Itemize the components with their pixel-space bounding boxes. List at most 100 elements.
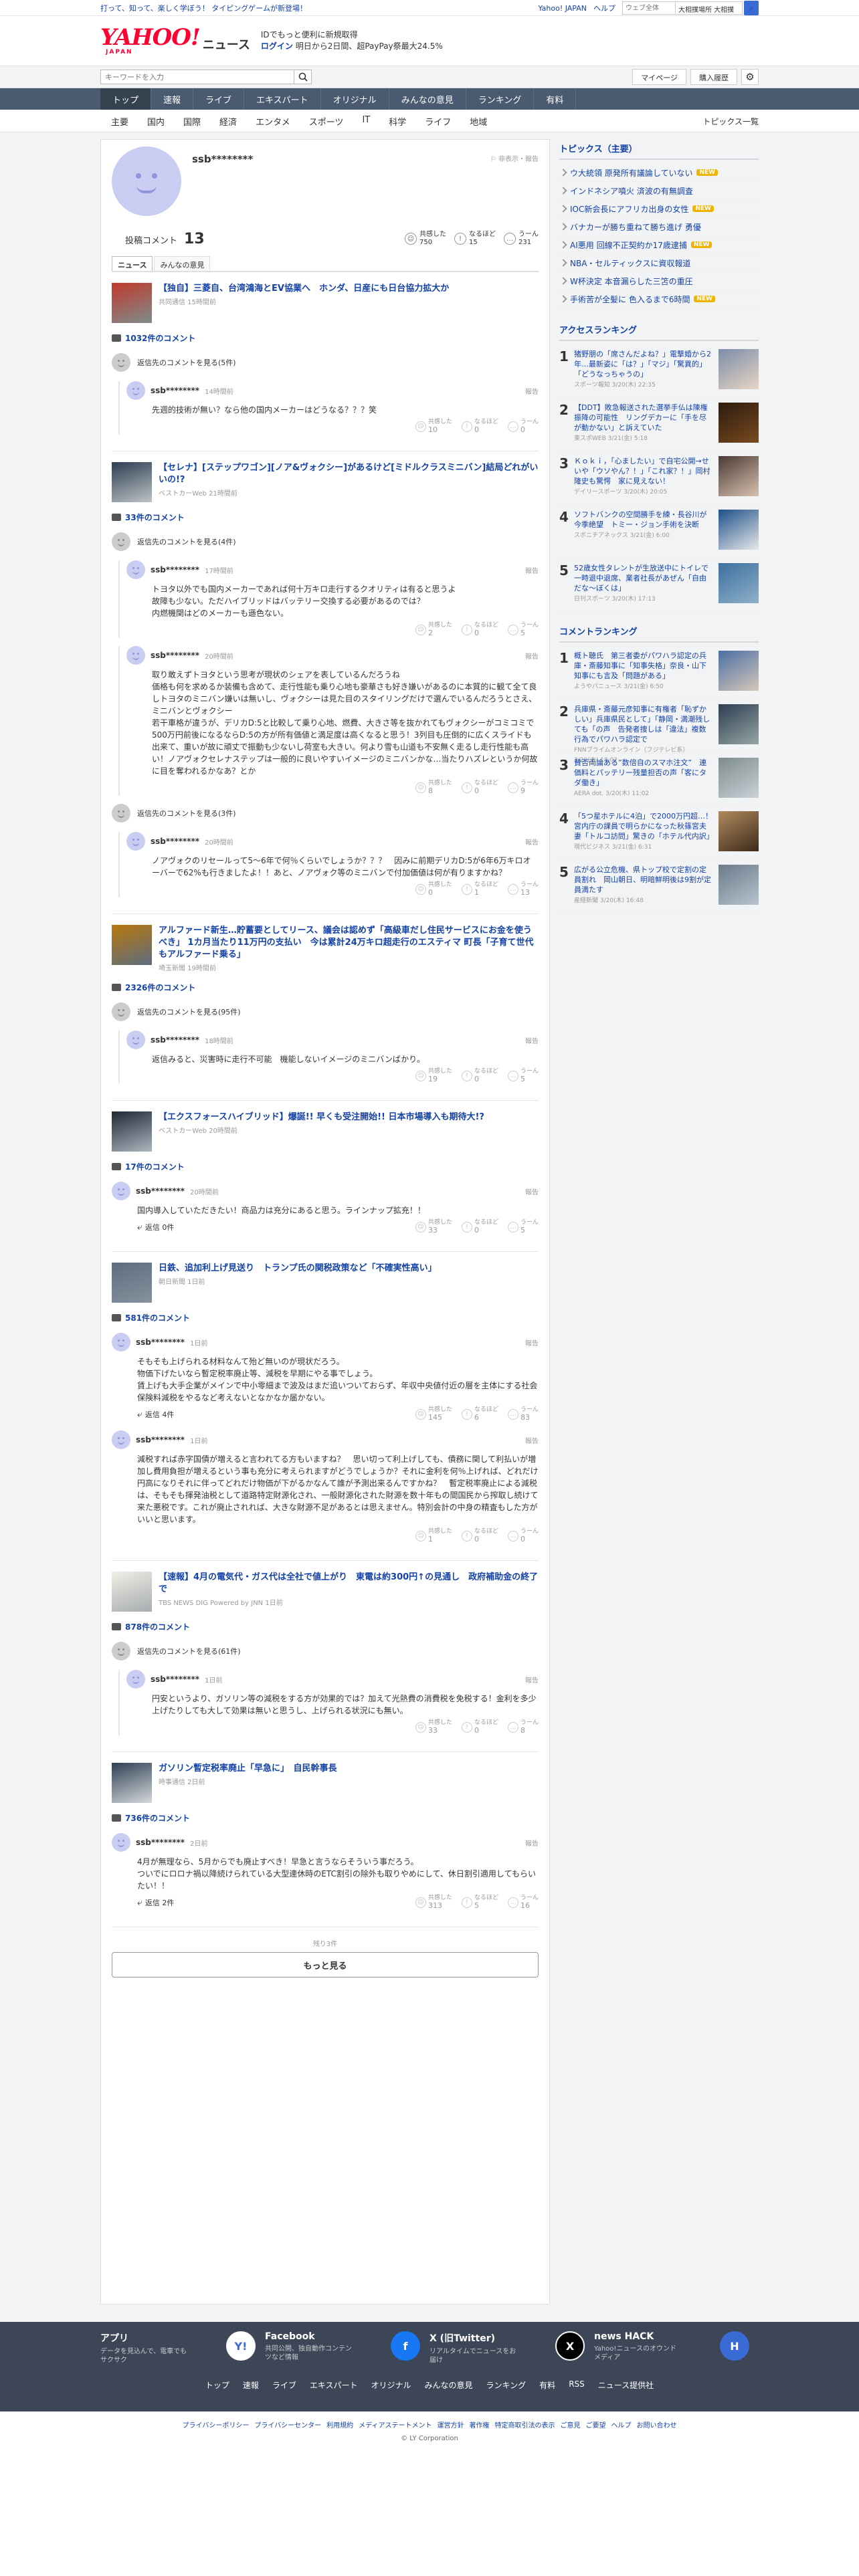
subnav-item-3[interactable]: 経済 [210,115,246,128]
comment-reaction-1[interactable]: ! なるほど 6 [461,1406,498,1422]
ranking-item[interactable]: 4 「5つ星ホテルに4泊」で2000万円超…！宮内庁の課員で明らかになった秋篠宮夫… [559,807,759,861]
reply-button[interactable]: ⤶ 返信 2件 [137,1897,174,1908]
report-link[interactable]: 報告 [525,837,539,847]
comment-count-link[interactable]: 878件のコメント [112,1621,539,1632]
login-link[interactable]: ログイン [261,41,293,51]
subnav-item-0[interactable]: 主要 [100,115,138,128]
footer-nav-item[interactable]: オリジナル [371,2379,411,2391]
nav-item-1[interactable]: 速報 [151,88,194,110]
comment-reaction-1[interactable]: ! なるほど 0 [461,1068,498,1084]
comment-reaction-2[interactable]: … うーん 5 [507,1219,539,1235]
legal-link[interactable]: 利用規約 [326,2422,353,2430]
comment-user[interactable]: ssb******** [151,1035,199,1045]
comment-reaction-0[interactable]: ☺ 共感した 2 [415,622,452,638]
report-link[interactable]: 報告 [525,386,539,396]
hide-report-link[interactable]: ⚐ 非表示・報告 [490,153,539,163]
nav-item-5[interactable]: みんなの意見 [389,88,466,110]
comment-reaction-1[interactable]: ! なるほど 0 [461,622,498,638]
comment-count-link[interactable]: 736件のコメント [112,1812,539,1824]
yahoo-japan-link[interactable]: Yahoo! JAPAN [538,4,587,13]
comment-reaction-1[interactable]: ! なるほど 0 [461,780,498,796]
legal-link[interactable]: プライバシーセンター [254,2422,321,2430]
comment-count-link[interactable]: 1032件のコメント [112,332,539,344]
article-title[interactable]: 【セレナ】[ステップワゴン][ノア&ヴォクシー]があるけど[ミドルクラスミニバン… [159,462,539,486]
subnav-item-1[interactable]: 国内 [138,115,174,128]
comment-user[interactable]: ssb******** [151,837,199,846]
comment-user[interactable]: ssb******** [151,565,199,574]
nav-item-6[interactable]: ランキング [466,88,535,110]
legal-link[interactable]: 特定商取引法の表示 [494,2422,555,2430]
footer-nav-item[interactable]: エキスパート [310,2379,358,2391]
topic-item[interactable]: ウ大統領 原発所有議論していない NEW [559,164,759,182]
footer-nav-item[interactable]: ニュース提供社 [598,2379,654,2391]
article-thumbnail[interactable] [112,462,152,502]
view-parent-comment[interactable]: 返信先のコメントを見る(95件) [112,1002,539,1021]
comment-user[interactable]: ssb******** [136,1838,185,1847]
report-link[interactable]: 報告 [525,651,539,661]
topic-item[interactable]: インドネシア噴火 済波の有無調査 [559,182,759,200]
article-title[interactable]: 【エクスフォースハイブリッド】爆誕!! 早くも受注開始!! 日本市場導入も期待大… [159,1111,484,1123]
paypay-promo[interactable]: 明日から2日間、超PayPay祭最大24.5% [296,41,443,51]
legal-link[interactable]: メディアステートメント [359,2422,432,2430]
subnav-item-5[interactable]: スポーツ [300,115,353,128]
mypage-button[interactable]: マイページ [632,69,686,85]
subnav-item-2[interactable]: 国際 [174,115,210,128]
comment-count-link[interactable]: 581件のコメント [112,1312,539,1323]
report-link[interactable]: 報告 [525,1675,539,1685]
news-search-button[interactable] [294,70,312,84]
article-thumbnail[interactable] [112,283,152,323]
nav-item-2[interactable]: ライブ [193,88,245,110]
article-title[interactable]: 【独自】三菱自、台湾鴻海とEV協業へ ホンダ、日産にも日台協力拡大か [159,283,449,295]
report-link[interactable]: 報告 [525,1435,539,1445]
subnav-item-6[interactable]: IT [353,115,379,128]
topic-item[interactable]: NBA・セルティックスに資収報道 [559,254,759,272]
view-parent-comment[interactable]: 返信先のコメントを見る(5件) [112,353,539,372]
comment-reaction-2[interactable]: … うーん 16 [507,1895,539,1911]
comment-reaction-1[interactable]: ! なるほど 0 [461,1719,498,1735]
nav-item-3[interactable]: エキスパート [244,88,321,110]
topic-item[interactable]: W杯決定 本音漏らした三笘の重圧 [559,272,759,290]
top-search-input[interactable] [622,1,676,15]
ranking-item[interactable]: 2 兵庫県・斎藤元彦知事に有権者「恥ずかしい」兵庫県民として」「静岡・満潮残しても… [559,700,759,764]
legal-link[interactable]: ご要望 [585,2422,605,2430]
footer-nav-item[interactable]: RSS [569,2379,585,2391]
settings-button[interactable]: ⚙ [741,69,759,85]
comment-reaction-2[interactable]: … うーん 5 [507,1068,539,1084]
report-link[interactable]: 報告 [525,1035,539,1045]
promo-line1[interactable]: IDでもっと便利に新規取得 [261,29,443,41]
comment-user[interactable]: ssb******** [151,651,199,660]
footer-card-2[interactable]: X (旧Twitter) リアルタイムでニュースをお届け X [430,2331,594,2365]
ranking-item[interactable]: 4 ソフトバンクの空間勝手を練・長谷川が今季絶望 トミー・ジョン手術を決断 スポニチ… [559,506,759,559]
article-title[interactable]: 【速報】4月の電気代・ガス代は全社で値上がり 東電は約300円↑の見通し 政府補… [159,1572,539,1596]
comment-user[interactable]: ssb******** [151,1675,199,1684]
subnav-item-8[interactable]: ライフ [415,115,460,128]
ranking-item[interactable]: 3 Ｋｏｋｉ，「心ましたい」で自宅公開→せいや「ウソやん？！」「これ家？！」岡村隆… [559,452,759,506]
article-thumbnail[interactable] [112,1111,152,1152]
show-more-button[interactable]: もっと見る [112,1952,539,1977]
comment-user[interactable]: ssb******** [136,1435,185,1444]
ranking-item[interactable]: 1 概ト聴氏 第三者委がパワハラ認定の兵庫・斎藤知事に「知事失格」奈良・山下知事に… [559,647,759,700]
footer-card-3[interactable]: news HACK Yahoo!ニュースのオウンドメディア H [594,2331,759,2365]
comment-reaction-1[interactable]: ! なるほど 1 [461,881,498,897]
comment-reaction-1[interactable]: ! なるほど 0 [461,1528,498,1544]
help-link[interactable]: ヘルプ [593,3,615,13]
comment-reaction-0[interactable]: ☺ 共感した 145 [415,1406,452,1422]
comment-reaction-0[interactable]: ☺ 共感した 33 [415,1719,452,1735]
comment-reaction-2[interactable]: … うーん 8 [507,1719,539,1735]
reply-button[interactable]: ⤶ 返信 4件 [137,1409,174,1420]
topic-item[interactable]: IOC新会長にアフリカ出身の女性 NEW [559,200,759,218]
topic-item[interactable]: バナカーが勝ち重ねて勝ち進げ 勇優 [559,218,759,236]
comment-count-link[interactable]: 33件のコメント [112,512,539,523]
nav-item-0[interactable]: トップ [100,88,152,110]
comment-user[interactable]: ssb******** [151,386,199,395]
topic-item[interactable]: 手術苦が全髪に 色入るまで6時間 NEW [559,290,759,308]
reply-button[interactable]: ⤶ 返信 0件 [137,1222,174,1232]
comment-reaction-0[interactable]: ☺ 共感した 19 [415,1068,452,1084]
yahoo-news-logo[interactable]: YAHOO! JAPAN ニュース [100,26,250,56]
tab-opinions[interactable]: みんなの意見 [154,256,211,271]
subnav-item-4[interactable]: エンタメ [246,115,300,128]
legal-link[interactable]: プライバシーポリシー [183,2422,250,2430]
comment-count-link[interactable]: 2326件のコメント [112,982,539,993]
view-parent-comment[interactable]: 返信先のコメントを見る(4件) [112,532,539,551]
comment-reaction-2[interactable]: … うーん 13 [507,881,539,897]
